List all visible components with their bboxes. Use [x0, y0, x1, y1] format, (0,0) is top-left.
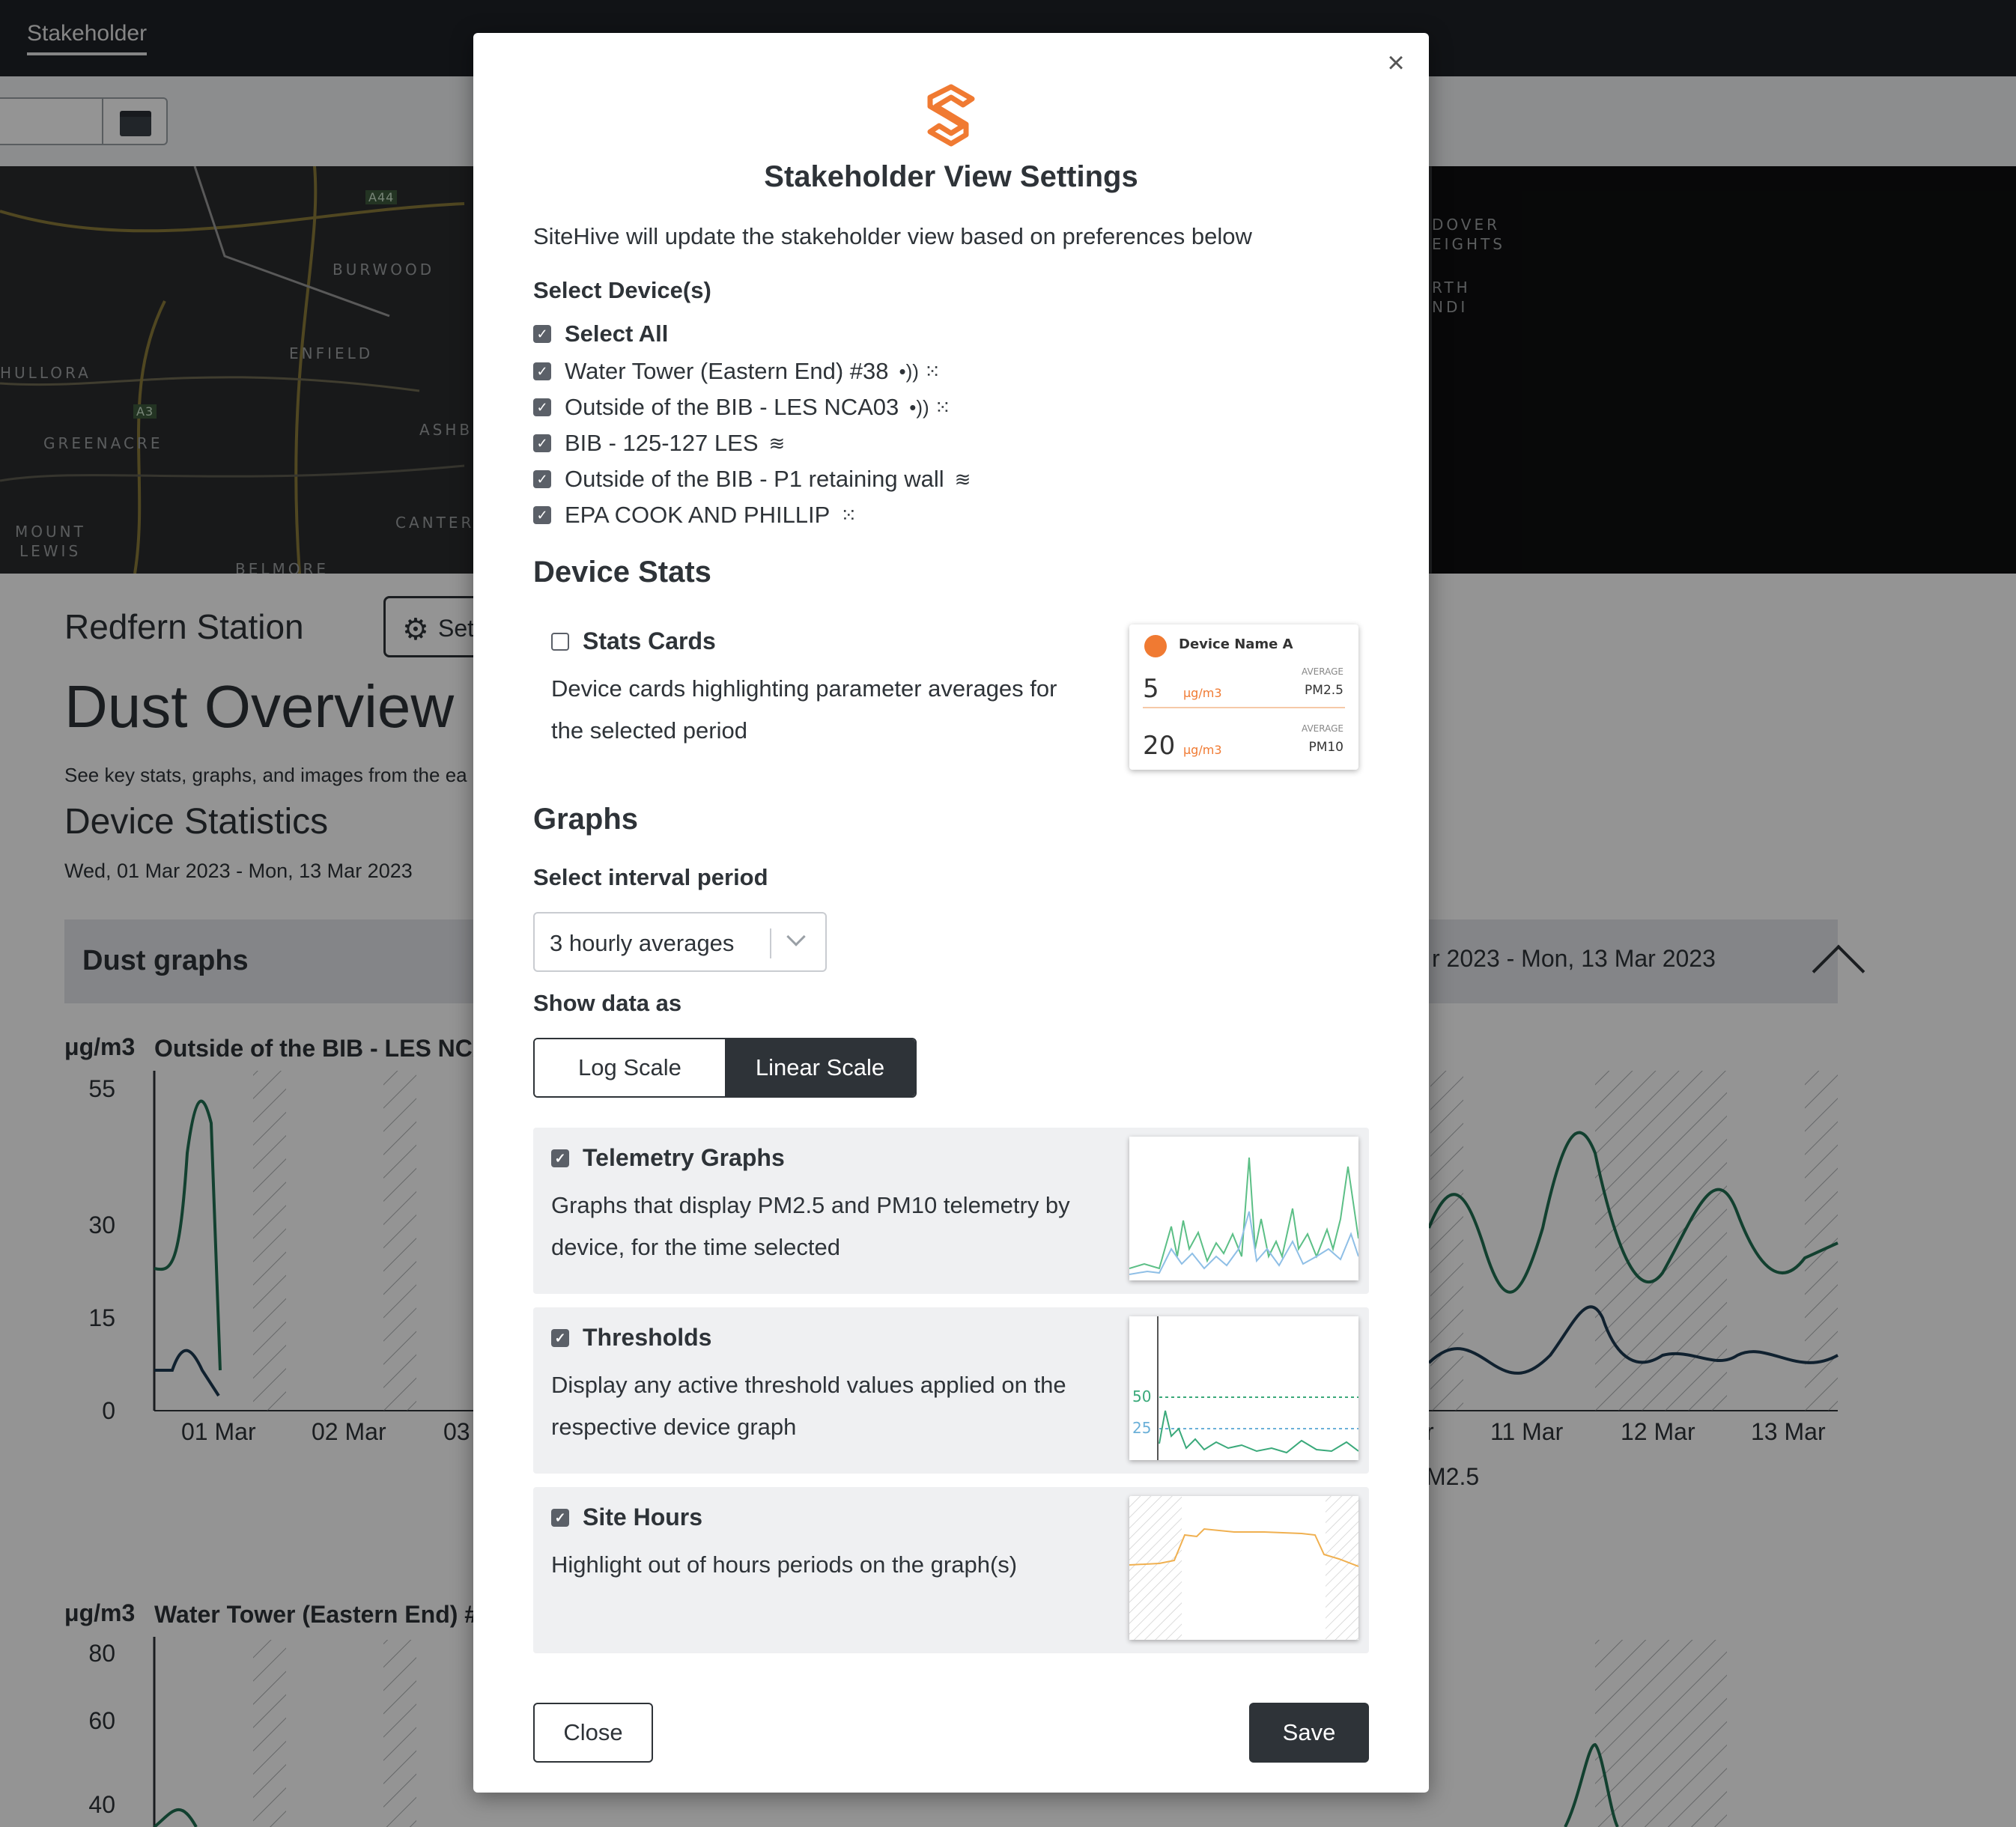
- stats-cards-label: Stats Cards: [583, 627, 716, 654]
- interval-label: Select interval period: [533, 864, 768, 890]
- chevron-down-icon[interactable]: [786, 927, 806, 946]
- sensor-type-icon: •)) ⁙: [909, 395, 951, 419]
- settings-modal: × Stakeholder View Settings SiteHive wil…: [473, 33, 1429, 1793]
- checkbox-checked[interactable]: ✓: [533, 506, 551, 524]
- select-devices-label: Select Device(s): [533, 277, 711, 303]
- checkbox-checked[interactable]: ✓: [551, 1508, 569, 1527]
- site-hours-label: Site Hours: [583, 1504, 703, 1530]
- checkbox-checked[interactable]: ✓: [533, 398, 551, 416]
- log-scale-button[interactable]: Log Scale: [535, 1039, 725, 1096]
- device-name: EPA COOK AND PHILLIP: [565, 502, 831, 528]
- interval-value: 3 hourly averages: [550, 930, 735, 956]
- checkbox-checked[interactable]: ✓: [533, 470, 551, 488]
- preview-value: 20: [1143, 731, 1176, 761]
- thresholds-label: Thresholds: [583, 1324, 712, 1351]
- checkbox-checked[interactable]: ✓: [551, 1149, 569, 1167]
- linear-scale-button[interactable]: Linear Scale: [725, 1039, 915, 1096]
- device-hex-icon: [1144, 635, 1167, 657]
- preview-value: 5: [1143, 674, 1159, 704]
- select-all-row[interactable]: ✓ Select All: [533, 319, 668, 349]
- stats-cards-row[interactable]: Stats Cards: [551, 627, 716, 655]
- stats-cards-description: Device cards highlighting parameter aver…: [551, 675, 1057, 744]
- telemetry-graphs-label: Telemetry Graphs: [583, 1144, 785, 1171]
- sitehive-logo-icon: [927, 84, 975, 147]
- show-data-label: Show data as: [533, 990, 682, 1016]
- site-hours-preview-image: [1129, 1496, 1358, 1640]
- device-name: BIB - 125-127 LES: [565, 430, 759, 456]
- thresholds-row[interactable]: ✓ Thresholds: [551, 1324, 711, 1352]
- preview-unit: μg/m3: [1183, 743, 1222, 757]
- device-row[interactable]: ✓ BIB - 125-127 LES ≋: [533, 428, 785, 458]
- graphs-heading: Graphs: [533, 803, 639, 836]
- threshold-value: 50: [1132, 1387, 1151, 1405]
- preview-param: PM2.5: [1305, 683, 1344, 698]
- select-all-label: Select All: [565, 320, 669, 347]
- preview-average-label: AVERAGE: [1302, 666, 1344, 677]
- threshold-value: 25: [1132, 1419, 1151, 1437]
- stats-card-preview: Device Name A AVERAGE 5 μg/m3 PM2.5 AVER…: [1129, 624, 1358, 770]
- close-button[interactable]: Close: [533, 1703, 653, 1763]
- interval-select[interactable]: 3 hourly averages: [533, 912, 827, 972]
- sensor-type-icon: •)) ⁙: [899, 359, 941, 383]
- preview-param: PM10: [1308, 740, 1344, 755]
- modal-title: Stakeholder View Settings: [764, 160, 1138, 193]
- select-divider: [770, 928, 771, 958]
- modal-intro: SiteHive will update the stakeholder vie…: [533, 223, 1252, 249]
- device-name: Outside of the BIB - LES NCA03: [565, 394, 899, 420]
- device-stats-heading: Device Stats: [533, 556, 711, 589]
- checkbox-checked[interactable]: ✓: [551, 1328, 569, 1347]
- preview-unit: μg/m3: [1183, 686, 1222, 700]
- telemetry-graphs-option: ✓ Telemetry Graphs Graphs that display P…: [533, 1128, 1369, 1294]
- device-row[interactable]: ✓ Outside of the BIB - P1 retaining wall…: [533, 464, 971, 494]
- device-row[interactable]: ✓ EPA COOK AND PHILLIP ⁙: [533, 500, 857, 530]
- device-name: Outside of the BIB - P1 retaining wall: [565, 466, 944, 492]
- preview-average-label: AVERAGE: [1302, 723, 1344, 734]
- site-hours-option: ✓ Site Hours Highlight out of hours peri…: [533, 1487, 1369, 1653]
- thresholds-description: Display any active threshold values appl…: [551, 1372, 1066, 1440]
- device-name: Water Tower (Eastern End) #38: [565, 358, 889, 384]
- device-row[interactable]: ✓ Outside of the BIB - LES NCA03 •)) ⁙: [533, 392, 951, 422]
- site-hours-description: Highlight out of hours periods on the gr…: [551, 1551, 1018, 1578]
- checkbox-checked[interactable]: ✓: [533, 362, 551, 380]
- checkbox-unchecked[interactable]: [551, 632, 569, 651]
- dust-icon: ⁙: [840, 503, 857, 526]
- checkbox-checked[interactable]: ✓: [533, 325, 551, 343]
- checkbox-checked[interactable]: ✓: [533, 434, 551, 452]
- scale-toggle: Log Scale Linear Scale: [533, 1038, 917, 1098]
- save-button[interactable]: Save: [1249, 1703, 1369, 1763]
- device-row[interactable]: ✓ Water Tower (Eastern End) #38 •)) ⁙: [533, 356, 941, 386]
- telemetry-graphs-description: Graphs that display PM2.5 and PM10 telem…: [551, 1192, 1070, 1260]
- telemetry-graphs-row[interactable]: ✓ Telemetry Graphs: [551, 1144, 785, 1172]
- preview-device-name: Device Name A: [1179, 636, 1293, 652]
- site-hours-row[interactable]: ✓ Site Hours: [551, 1504, 702, 1531]
- thresholds-preview-image: 50 25: [1129, 1316, 1358, 1460]
- wave-icon: ≋: [954, 467, 971, 490]
- wave-icon: ≋: [768, 431, 786, 455]
- thresholds-option: ✓ Thresholds Display any active threshol…: [533, 1307, 1369, 1474]
- preview-divider: [1143, 707, 1345, 708]
- close-icon[interactable]: ×: [1378, 45, 1414, 81]
- telemetry-preview-image: [1129, 1137, 1358, 1280]
